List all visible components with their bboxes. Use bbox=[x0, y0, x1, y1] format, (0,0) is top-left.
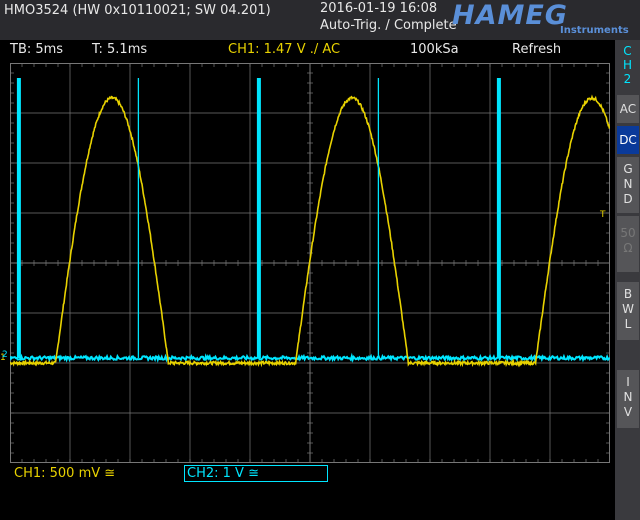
ch2-ground-marker: 2 bbox=[2, 350, 8, 360]
channel-label: C H 2 bbox=[622, 44, 633, 86]
ch1-scale[interactable]: CH1: 500 mV ≅ bbox=[14, 466, 115, 481]
ch2-tall-spike bbox=[496, 78, 501, 358]
hameg-logo: HAMEG bbox=[452, 0, 568, 31]
sample-rate: 100kSa bbox=[410, 42, 459, 57]
ch2-scale[interactable]: CH2: 1 V ≅ bbox=[184, 465, 328, 482]
ac-coupling-button[interactable]: AC bbox=[617, 95, 639, 123]
trigger-delay[interactable]: T: 5.1ms bbox=[92, 42, 147, 57]
title-bar: HMO3524 (HW 0x10110021; SW 04.201) 2016-… bbox=[0, 0, 640, 40]
trigger-level-marker: T bbox=[600, 210, 606, 220]
acquisition-mode[interactable]: Refresh bbox=[512, 42, 561, 57]
inv-button[interactable]: I N V bbox=[617, 370, 639, 428]
50-ohm-button[interactable]: 50 Ω bbox=[617, 216, 639, 272]
logo-subtitle: Instruments bbox=[560, 25, 629, 36]
timebase[interactable]: TB: 5ms bbox=[10, 42, 63, 57]
ch2-tall-spike bbox=[256, 78, 261, 358]
waveform-display[interactable] bbox=[10, 63, 610, 463]
bottom-bar: CH1: 500 mV ≅ CH2: 1 V ≅ bbox=[0, 463, 612, 520]
dc-coupling-button[interactable]: DC bbox=[617, 126, 639, 154]
status-bar: TB: 5ms T: 5.1ms CH1: 1.47 V ./ AC 100kS… bbox=[0, 40, 612, 60]
gnd-button[interactable]: G N D bbox=[617, 157, 639, 213]
ch2-tall-spike bbox=[16, 78, 21, 358]
bwl-button[interactable]: B W L bbox=[617, 282, 639, 340]
datetime: 2016-01-19 16:08 bbox=[320, 1, 438, 16]
model-info: HMO3524 (HW 0x10110021; SW 04.201) bbox=[4, 3, 271, 18]
trigger-status: Auto-Trig. / Complete bbox=[320, 18, 457, 33]
ch1-trigger-info[interactable]: CH1: 1.47 V ./ AC bbox=[228, 42, 340, 57]
channel-side-panel: C H 2 AC DC G N D 50 Ω B W L I N V bbox=[615, 40, 640, 520]
